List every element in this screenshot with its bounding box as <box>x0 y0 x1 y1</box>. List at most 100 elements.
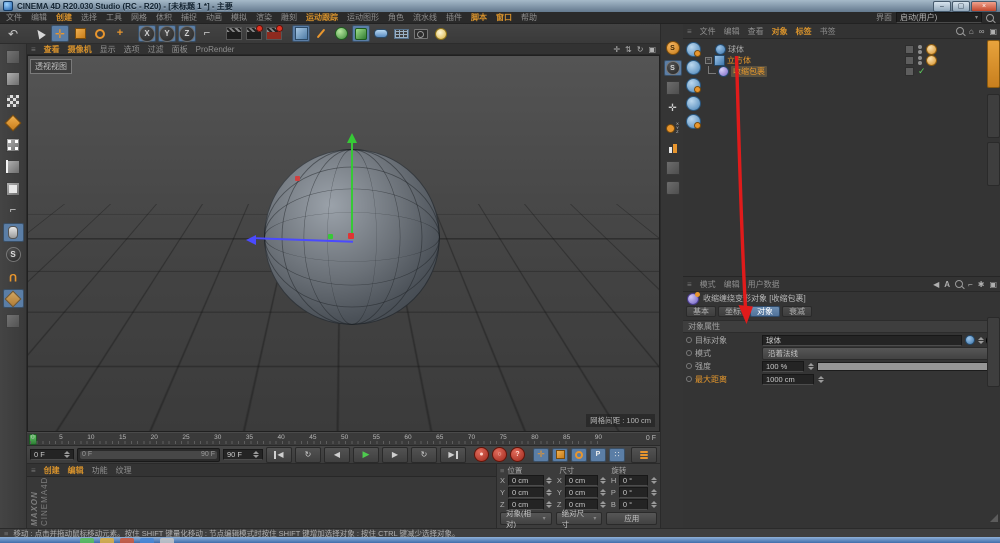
viewport-menu-view[interactable]: 查看 <box>44 44 60 55</box>
om-menu-tags[interactable]: 标签 <box>796 26 812 37</box>
spinner[interactable] <box>546 501 553 508</box>
axis-mode-icon[interactable]: ⌐ <box>3 201 24 220</box>
undo-icon[interactable]: ↶ <box>4 25 22 42</box>
object-origin-point[interactable] <box>348 233 354 239</box>
viewport-menu-options[interactable]: 选项 <box>124 44 140 55</box>
animation-dot[interactable] <box>686 337 692 343</box>
side-tab[interactable] <box>987 94 1000 138</box>
position-y-field[interactable]: 0 cm <box>508 487 544 498</box>
next-frame-icon[interactable]: ▶ <box>382 447 408 463</box>
y-axis-handle[interactable] <box>351 143 353 239</box>
menu-render[interactable]: 渲染 <box>256 12 272 23</box>
add-panel-icon[interactable]: ▣ <box>989 280 997 289</box>
maximize-button[interactable]: ▢ <box>952 1 970 12</box>
lock-workplane-icon[interactable] <box>3 311 24 330</box>
z-axis-lock-icon[interactable]: Z <box>178 25 196 42</box>
pan-view-icon[interactable]: ✛ <box>613 45 620 54</box>
viewport-canvas[interactable]: 透视视图 网格间距 : 100 cm <box>27 55 660 432</box>
timeline-ruler[interactable]: 05 1015 2025 3035 4045 5055 6065 7075 80… <box>27 432 660 446</box>
workplane-icon[interactable] <box>3 289 24 308</box>
keyframe-help-icon[interactable]: ? <box>510 447 525 462</box>
menu-plugins[interactable]: 插件 <box>446 12 462 23</box>
object-name[interactable]: 立方体 <box>727 55 751 66</box>
green-axis-knob[interactable] <box>328 234 333 239</box>
model-mode-icon[interactable] <box>3 69 24 88</box>
spline-primitive-icon[interactable] <box>372 25 390 42</box>
deformer-icon[interactable] <box>352 25 370 42</box>
snap-mode-icon[interactable]: S <box>3 245 24 264</box>
menu-snap[interactable]: 捕捉 <box>181 12 197 23</box>
visibility-dots[interactable] <box>918 45 922 54</box>
object-row-shrinkwrap[interactable]: 收缩包裹 ✓ <box>705 66 985 77</box>
viewport-menu-filter[interactable]: 过滤 <box>148 44 164 55</box>
animation-dot[interactable] <box>686 363 692 369</box>
rotation-b-field[interactable]: 0 ° <box>619 499 648 510</box>
menu-sculpt[interactable]: 雕刻 <box>281 12 297 23</box>
key-pla-icon[interactable]: ∷ <box>609 448 625 462</box>
live-selection-icon[interactable] <box>31 25 49 42</box>
rotate-tool-icon[interactable] <box>91 25 109 42</box>
menu-create[interactable]: 创建 <box>56 12 72 23</box>
spinner[interactable] <box>600 501 607 508</box>
workplane-mode-icon[interactable] <box>3 113 24 132</box>
search-icon[interactable] <box>955 280 963 288</box>
range-end-field[interactable]: 90 F <box>223 449 263 460</box>
spinner[interactable] <box>650 501 657 508</box>
collapse-expander[interactable]: − <box>705 57 712 64</box>
minimize-button[interactable]: – <box>933 1 951 12</box>
taskbar-icon[interactable] <box>80 538 94 543</box>
pen-spline-icon[interactable] <box>312 25 330 42</box>
object-row-cube[interactable]: − 立方体 <box>705 55 985 66</box>
x-axis-lock-icon[interactable]: X <box>138 25 156 42</box>
dolly-view-icon[interactable]: ⇅ <box>625 45 632 54</box>
panel-menu-icon[interactable]: ≡ <box>687 27 692 36</box>
coordinate-mode-dropdown[interactable]: 对象(相对)▾ <box>500 512 552 525</box>
points-mode-icon[interactable] <box>3 135 24 154</box>
tab-object[interactable]: 对象 <box>750 306 780 317</box>
loop-icon[interactable]: ↻ <box>411 447 437 463</box>
animation-dot[interactable] <box>686 350 692 356</box>
animation-dot[interactable] <box>686 376 692 382</box>
magnet-icon[interactable]: U <box>3 267 24 286</box>
tab-coordinates[interactable]: 坐标 <box>718 306 748 317</box>
axis-snap-icon[interactable]: XYZ <box>664 120 682 136</box>
render-to-picture-viewer-icon[interactable] <box>245 25 263 42</box>
menu-motion-tracker[interactable]: 运动跟踪 <box>306 12 338 23</box>
go-to-start-icon[interactable]: ◀ <box>266 447 292 463</box>
spinner[interactable] <box>546 477 553 484</box>
side-tab[interactable] <box>987 142 1000 186</box>
preview-range-slider[interactable]: 0 F 90 F <box>77 448 220 462</box>
key-scale-icon[interactable] <box>552 448 568 462</box>
viewport-menu-panel[interactable]: 面板 <box>172 44 188 55</box>
range-spinner[interactable] <box>252 451 259 458</box>
render-view-icon[interactable] <box>225 25 243 42</box>
viewport-filter-icon[interactable] <box>3 223 24 242</box>
position-x-field[interactable]: 0 cm <box>508 475 544 486</box>
key-parameter-icon[interactable]: P <box>590 448 606 462</box>
current-frame-field[interactable]: 0 F <box>30 449 74 460</box>
windows-taskbar[interactable] <box>0 537 1000 543</box>
texture-mode-icon[interactable] <box>3 91 24 110</box>
panel-menu-icon[interactable]: ≡ <box>687 280 692 289</box>
go-to-end-icon[interactable]: ▶ <box>440 447 466 463</box>
edges-mode-icon[interactable] <box>3 157 24 176</box>
enable-snap-icon[interactable]: S <box>664 40 682 56</box>
visibility-dots[interactable] <box>918 56 922 65</box>
gear-icon[interactable]: ✱ <box>978 280 985 289</box>
tab-falloff[interactable]: 衰减 <box>782 306 812 317</box>
key-position-icon[interactable]: ✛ <box>533 448 549 462</box>
toggle-panel-icon[interactable]: ▣ <box>648 45 656 54</box>
scale-tool-icon[interactable] <box>71 25 89 42</box>
layer-toggle[interactable] <box>905 67 914 76</box>
side-tab-active[interactable] <box>987 40 1000 88</box>
menu-simulate[interactable]: 模拟 <box>231 12 247 23</box>
object-row-sphere[interactable]: 球体 <box>705 44 985 55</box>
z-axis-arrowhead[interactable] <box>246 235 256 245</box>
render-settings-icon[interactable] <box>265 25 283 42</box>
om-menu-bookmarks[interactable]: 书签 <box>820 26 836 37</box>
layer-toggle[interactable] <box>905 45 914 54</box>
strength-field[interactable]: 100 % <box>762 361 804 372</box>
layer-toggle[interactable] <box>905 56 914 65</box>
material-menu-texture[interactable]: 纹理 <box>116 465 132 476</box>
menu-character[interactable]: 角色 <box>388 12 404 23</box>
